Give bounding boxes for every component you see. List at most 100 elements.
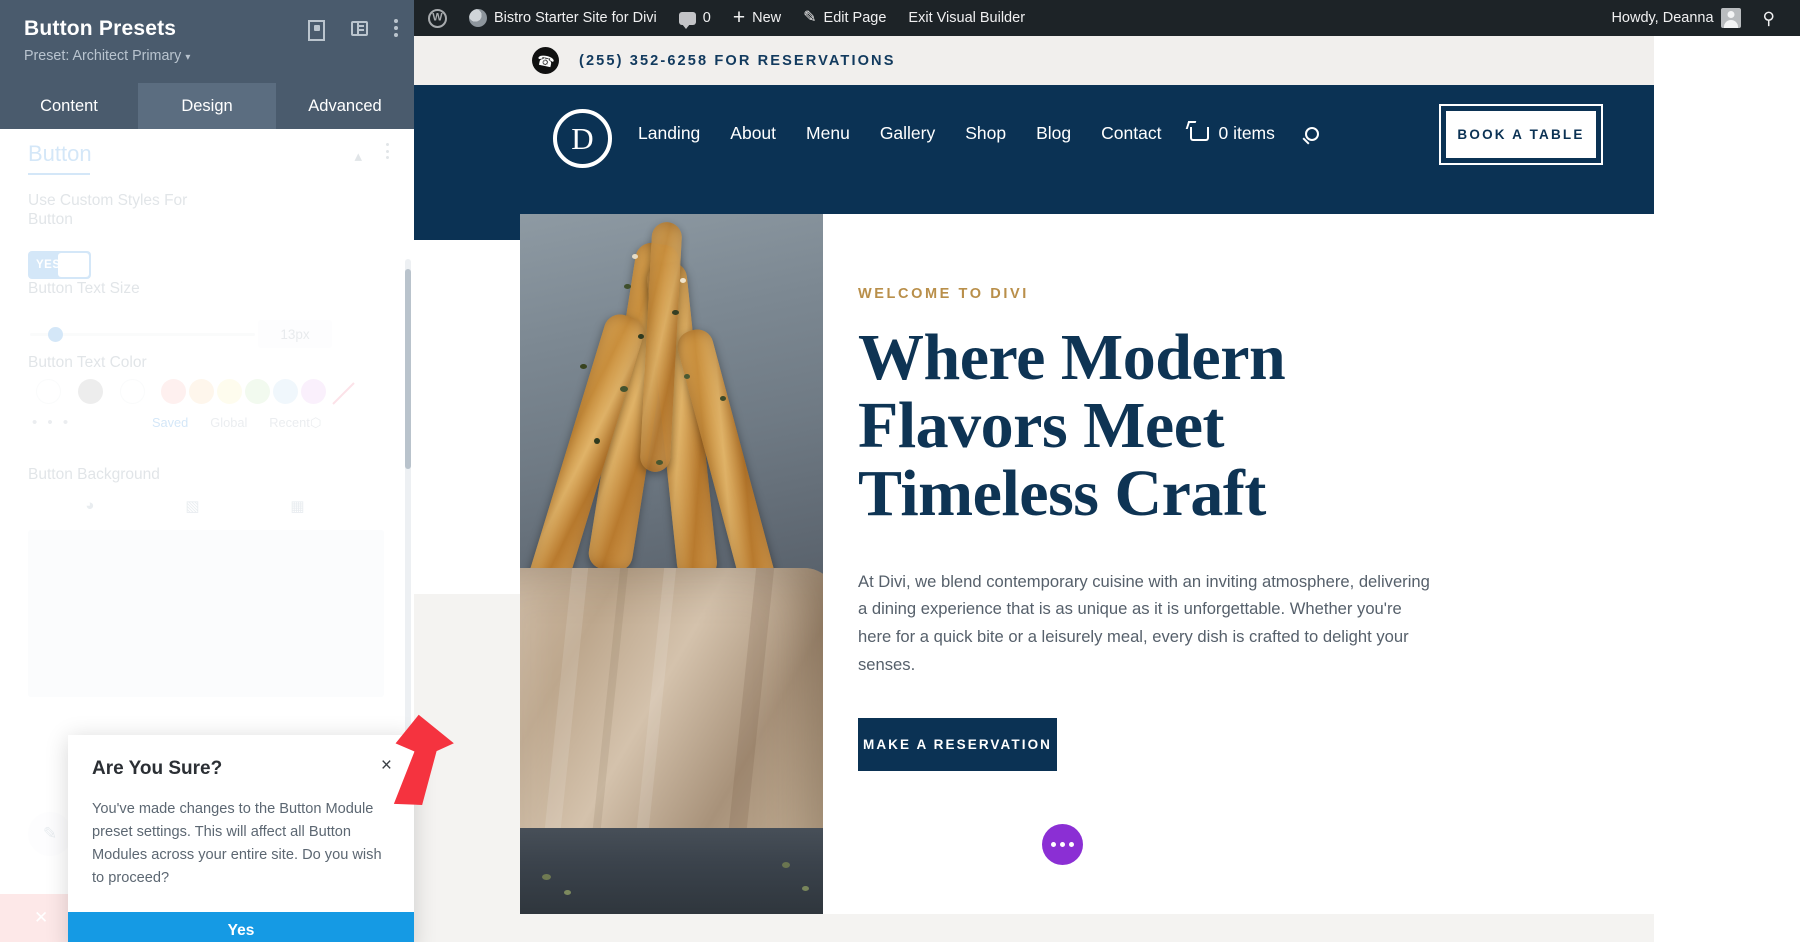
nav-item-gallery[interactable]: Gallery (865, 123, 950, 144)
background-image-icon[interactable]: ▦ (290, 497, 304, 515)
comments-menu[interactable]: 0 (668, 0, 722, 36)
hero-eyebrow: WELCOME TO DIVI (858, 286, 1029, 302)
slider-knob-text-size[interactable] (48, 327, 63, 342)
nav-item-blog[interactable]: Blog (1021, 123, 1086, 144)
background-type-tabs: ◕ ▧ ▦ (40, 497, 350, 515)
cart-link[interactable]: 0 items (1176, 123, 1288, 144)
color-swatch-green[interactable] (245, 379, 270, 404)
exit-visual-builder-link[interactable]: Exit Visual Builder (897, 0, 1036, 36)
wordpress-logo-icon (428, 8, 447, 28)
section-underline (28, 173, 90, 175)
color-swatch-red[interactable] (161, 379, 186, 404)
new-content-menu[interactable]: + New (722, 0, 792, 36)
avatar (1720, 8, 1741, 28)
background-gradient-icon[interactable]: ▧ (185, 497, 199, 515)
site-icon (469, 9, 487, 27)
table-surface (520, 828, 823, 914)
color-swatch-yellow[interactable] (217, 379, 242, 404)
site-top-bar: ☎ (255) 352-6258 FOR RESERVATIONS (414, 36, 1654, 85)
tab-advanced[interactable]: Advanced (276, 83, 414, 129)
focus-icon[interactable] (308, 20, 325, 37)
color-swatch-grey[interactable] (78, 379, 103, 404)
comments-count-label: 0 (702, 10, 711, 26)
hero-heading-line-1: Where Modern (858, 321, 1286, 394)
hero-heading-line-3: Timeless Craft (858, 456, 1266, 530)
hero-paragraph: At Divi, we blend contemporary cuisine w… (858, 571, 1430, 674)
slider-track-text-size[interactable] (30, 333, 255, 336)
nav-item-shop[interactable]: Shop (950, 123, 1021, 144)
wordpress-admin-bar: Bistro Starter Site for Divi 0 + New ✎ E… (414, 0, 1800, 36)
color-swatch-orange[interactable] (189, 379, 214, 404)
panel-tabs: Content Design Advanced (0, 83, 414, 129)
edit-page-label: Edit Page (823, 10, 887, 26)
confirm-modal: Are You Sure? × You've made changes to t… (68, 735, 414, 942)
discard-changes-icon[interactable]: ✕ (34, 908, 48, 928)
background-preview[interactable] (28, 530, 384, 697)
panel-scrollbar-thumb[interactable] (405, 269, 411, 469)
split-view-icon[interactable] (351, 20, 368, 36)
more-options-icon[interactable] (394, 19, 398, 37)
account-menu[interactable]: Howdy, Deanna (1597, 0, 1751, 36)
palette-color-picker-icon[interactable]: ⬡ (310, 415, 321, 431)
close-icon[interactable]: × (381, 756, 392, 775)
search-icon: ⚲ (1762, 8, 1775, 28)
section-title-button[interactable]: Button (28, 141, 92, 167)
field-label-button-text-size: Button Text Size (28, 280, 140, 297)
search-icon[interactable] (1304, 126, 1319, 141)
hero-heading-line-2: Flavors Meet (858, 388, 1225, 462)
palette-more-dots[interactable]: • • • (32, 414, 71, 431)
wordpress-logo-menu[interactable] (414, 0, 458, 36)
color-swatch-white-2[interactable] (120, 379, 145, 404)
nav-item-about[interactable]: About (715, 123, 791, 144)
page-bottom-strip (520, 914, 1654, 942)
confirm-modal-header: Are You Sure? × (68, 735, 414, 780)
hero-heading: Where Modern Flavors Meet Timeless Craft (858, 324, 1458, 528)
edit-pencil-button[interactable]: ✎ (28, 812, 72, 856)
page-right-gutter (1654, 36, 1800, 156)
primary-nav: Landing About Menu Gallery Shop Blog Con… (623, 123, 1319, 144)
toggle-value-label: YES (36, 259, 61, 271)
section-more-icon[interactable] (386, 143, 390, 159)
color-swatch-purple[interactable] (301, 379, 326, 404)
new-label: New (752, 10, 782, 26)
edit-page-link[interactable]: ✎ Edit Page (792, 0, 897, 36)
panel-header: Button Presets Preset: Architect Primary… (0, 0, 414, 83)
palette-tab-global[interactable]: Global (210, 415, 247, 430)
field-label-button-background: Button Background (28, 466, 160, 483)
color-swatch-blue[interactable] (273, 379, 298, 404)
tab-content[interactable]: Content (0, 83, 138, 129)
book-a-table-button[interactable]: BOOK A TABLE (1439, 104, 1603, 165)
confirm-modal-body: You've made changes to the Button Module… (92, 801, 382, 887)
nav-item-contact[interactable]: Contact (1086, 123, 1176, 144)
site-logo[interactable]: D (553, 109, 612, 168)
tab-design[interactable]: Design (138, 83, 276, 129)
screen: ☎ (255) 352-6258 FOR RESERVATIONS D Land… (0, 0, 1800, 942)
palette-tab-saved[interactable]: Saved (152, 415, 188, 430)
input-button-text-size[interactable]: 13px (258, 320, 332, 348)
pencil-icon: ✎ (803, 9, 817, 26)
admin-search-button[interactable]: ⚲ (1752, 0, 1786, 36)
palette-tab-recent[interactable]: Recent (269, 415, 310, 430)
exit-visual-builder-label: Exit Visual Builder (908, 10, 1026, 26)
hero-section: WELCOME TO DIVI Where Modern Flavors Mee… (520, 214, 1654, 914)
phone-icon: ☎ (532, 47, 559, 74)
module-settings-fab[interactable] (1042, 824, 1083, 865)
site-name-menu[interactable]: Bistro Starter Site for Divi (458, 0, 668, 36)
cart-count-label: 0 items (1218, 123, 1275, 143)
panel-header-icons (308, 19, 398, 37)
nav-item-menu[interactable]: Menu (791, 123, 865, 144)
hero-image (520, 214, 823, 914)
nav-item-landing[interactable]: Landing (623, 123, 715, 144)
toggle-use-custom-styles[interactable]: YES (28, 251, 91, 279)
chevron-up-icon[interactable]: ▴ (354, 147, 362, 165)
confirm-yes-button[interactable]: Yes (68, 912, 414, 942)
panel-preset-selector[interactable]: Preset: Architect Primary ▾ (24, 48, 394, 64)
background-color-icon[interactable]: ◕ (85, 497, 94, 515)
cart-icon (1190, 126, 1210, 141)
reservations-phone-text: (255) 352-6258 FOR RESERVATIONS (579, 52, 896, 69)
color-swatch-white[interactable] (36, 379, 61, 404)
make-a-reservation-button[interactable]: MAKE A RESERVATION (858, 718, 1057, 772)
color-swatch-none[interactable] (329, 379, 355, 405)
chevron-down-icon: ▾ (185, 52, 191, 63)
page-left-gutter (414, 594, 520, 942)
